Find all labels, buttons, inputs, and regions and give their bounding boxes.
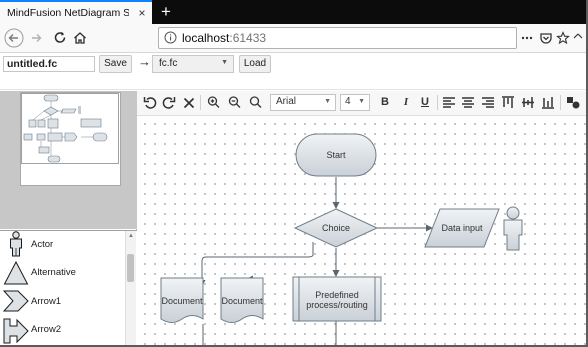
italic-button[interactable]: I (398, 94, 414, 111)
overview-thumbnail (21, 93, 119, 164)
zoom-out-icon[interactable] (227, 94, 243, 111)
palette-item-alternative[interactable]: Alternative (2, 258, 122, 286)
actor-shape-icon (6, 231, 26, 257)
palette-item-label: Arrow2 (31, 324, 62, 335)
load-button[interactable]: Load (239, 55, 271, 73)
undo-icon[interactable] (142, 94, 158, 111)
zoom-in-icon[interactable] (206, 94, 222, 111)
node-choice-label: Choice (321, 223, 350, 233)
node-document-2-label: Document (221, 296, 263, 306)
toolbar-separator (200, 95, 201, 110)
valign-top-icon[interactable] (500, 94, 516, 111)
chevron-down-icon: ▼ (358, 98, 365, 105)
arrow-label: → (138, 54, 151, 69)
new-tab-button[interactable]: + (155, 1, 177, 23)
scrollbar-thumb[interactable] (127, 254, 134, 282)
alternative-shape-icon (3, 260, 29, 286)
align-right-icon[interactable] (480, 94, 496, 111)
palette-item-actor[interactable]: Actor (2, 230, 122, 258)
menu-chevron-icon[interactable] (573, 33, 583, 43)
browser-tab[interactable]: MindFusion NetDiagram Sample - | × (0, 0, 152, 24)
save-button[interactable]: Save (99, 55, 132, 73)
palette-item-label: Actor (31, 239, 54, 250)
overview-margin (20, 186, 121, 229)
more-dots-icon[interactable] (520, 31, 534, 45)
chevron-down-icon: ▼ (324, 98, 331, 105)
scroll-up-icon[interactable]: ▲ (127, 233, 135, 241)
reload-icon[interactable] (50, 28, 70, 48)
diagram-canvas[interactable]: Start Choice Data input Document Documen… (137, 116, 588, 347)
zoom-reset-icon[interactable] (248, 94, 264, 111)
palette-scrollbar[interactable] (125, 231, 136, 347)
toolbar-separator (437, 95, 438, 110)
palette-item-label: Arrow1 (31, 296, 62, 307)
node-start-label: Start (326, 150, 346, 160)
url-text: localhost:61433 (182, 31, 266, 45)
palette-item-arrow1[interactable]: Arrow1 (2, 287, 122, 315)
bold-button[interactable]: B (377, 94, 393, 111)
redo-icon[interactable] (161, 94, 177, 111)
url-port: :61433 (229, 31, 267, 45)
chevron-down-icon: ▼ (221, 59, 228, 66)
toolbar-separator (560, 95, 561, 110)
home-icon[interactable] (70, 28, 90, 48)
shape-style-icon[interactable] (565, 94, 581, 111)
pocket-icon[interactable] (539, 31, 553, 45)
back-arrow-icon[interactable] (4, 28, 24, 48)
align-center-icon[interactable] (460, 94, 476, 111)
node-document-1-label: Document (161, 296, 203, 306)
align-left-icon[interactable] (441, 94, 457, 111)
font-size-select[interactable]: 4 ▼ (340, 94, 370, 111)
tab-close-icon[interactable]: × (136, 6, 148, 20)
bookmark-star-icon[interactable] (556, 31, 570, 45)
valign-middle-icon[interactable] (520, 94, 536, 111)
arrow1-shape-icon (2, 289, 30, 313)
file-select-value: fc.fc (159, 58, 178, 69)
info-icon[interactable] (164, 31, 177, 44)
palette-item-arrow2[interactable]: Arrow2 (2, 315, 122, 345)
url-host: localhost (182, 31, 230, 45)
node-actor (503, 206, 523, 251)
forward-arrow-icon[interactable] (27, 28, 47, 48)
node-data-input-label: Data input (441, 223, 483, 233)
overview-viewport[interactable] (20, 92, 121, 186)
valign-bottom-icon[interactable] (540, 94, 556, 111)
node-predefined-label-2: process/routing (306, 300, 368, 310)
delete-icon[interactable] (181, 94, 197, 111)
font-family-value: Arial (276, 96, 297, 107)
underline-button[interactable]: U (417, 94, 433, 111)
palette-item-label: Alternative (31, 267, 76, 278)
tab-title: MindFusion NetDiagram Sample - | (7, 7, 129, 19)
filename-input[interactable]: untitled.fc (3, 56, 95, 72)
file-select[interactable]: fc.fc ▼ (152, 55, 234, 73)
arrow2-shape-icon (2, 317, 30, 345)
font-family-select[interactable]: Arial ▼ (270, 94, 336, 111)
font-size-value: 4 (345, 96, 351, 107)
node-predefined-label-1: Predefined (315, 290, 359, 300)
